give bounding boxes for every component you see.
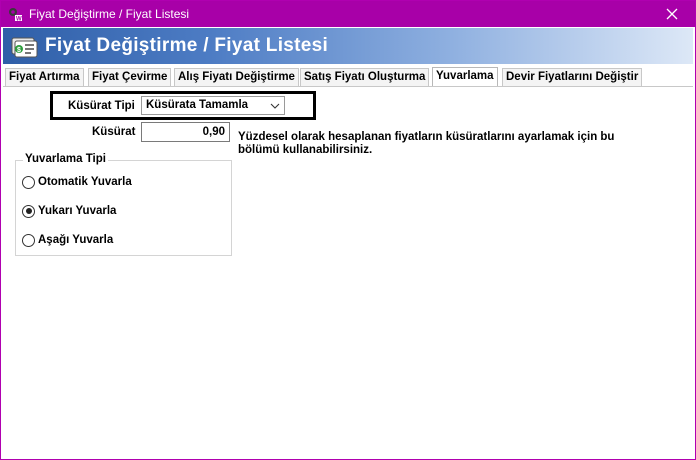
tab-alis-fiyati-degistirme[interactable]: Alış Fiyatı Değiştirme: [174, 68, 299, 86]
banner-title: Fiyat Değiştirme / Fiyat Listesi: [45, 35, 329, 56]
kusurat-tipi-label: Küsürat Tipi: [68, 100, 135, 112]
radio-label: Otomatik Yuvarla: [38, 176, 132, 188]
chevron-down-icon: [270, 103, 280, 109]
radio-button[interactable]: [22, 233, 35, 247]
kusurat-tipi-value: Küsürata Tamamla: [146, 99, 249, 111]
tab-bar: Fiyat Artırma Fiyat Çevirme Alış Fiyatı …: [3, 67, 693, 87]
header-banner: $ Fiyat Değiştirme / Fiyat Listesi: [3, 28, 693, 64]
radio-label: Aşağı Yuvarla: [38, 234, 114, 246]
title-bar[interactable]: W Fiyat Değiştirme / Fiyat Listesi: [1, 1, 695, 27]
tab-satis-fiyati-olusturma[interactable]: Satış Fiyatı Oluşturma: [300, 68, 430, 86]
tab-fiyat-artirma[interactable]: Fiyat Artırma: [5, 68, 84, 86]
radio-otomatik-yuvarla[interactable]: Otomatik Yuvarla: [22, 174, 132, 190]
close-icon: [666, 8, 678, 20]
kusurat-input[interactable]: 0,90: [141, 122, 230, 142]
yuvarlama-tipi-legend: Yuvarlama Tipi: [23, 153, 108, 165]
kusurat-tipi-select[interactable]: Küsürata Tamamla: [141, 96, 285, 115]
radio-button-checked[interactable]: [22, 204, 35, 218]
svg-text:W: W: [16, 17, 22, 23]
close-button[interactable]: [649, 1, 695, 27]
info-text: Yüzdesel olarak hesaplanan fiyatların kü…: [238, 131, 615, 156]
main-window: W Fiyat Değiştirme / Fiyat Listesi $ Fiy…: [0, 0, 696, 460]
radio-label: Yukarı Yuvarla: [38, 205, 117, 217]
kusurat-label: Küsürat: [92, 126, 136, 138]
radio-button[interactable]: [22, 175, 35, 189]
tab-yuvarlama[interactable]: Yuvarlama: [432, 67, 498, 87]
radio-yukari-yuvarla[interactable]: Yukarı Yuvarla: [22, 203, 116, 219]
app-logo-icon: W: [9, 8, 22, 23]
svg-text:$: $: [17, 47, 21, 54]
tab-fiyat-cevirme[interactable]: Fiyat Çevirme: [88, 68, 172, 86]
tab-devir-fiyatlarini-degistir[interactable]: Devir Fiyatlarını Değiştir: [502, 68, 643, 86]
radio-asagi-yuvarla[interactable]: Aşağı Yuvarla: [22, 232, 113, 248]
price-tags-icon: $: [11, 37, 38, 58]
window-title: Fiyat Değiştirme / Fiyat Listesi: [29, 7, 190, 21]
